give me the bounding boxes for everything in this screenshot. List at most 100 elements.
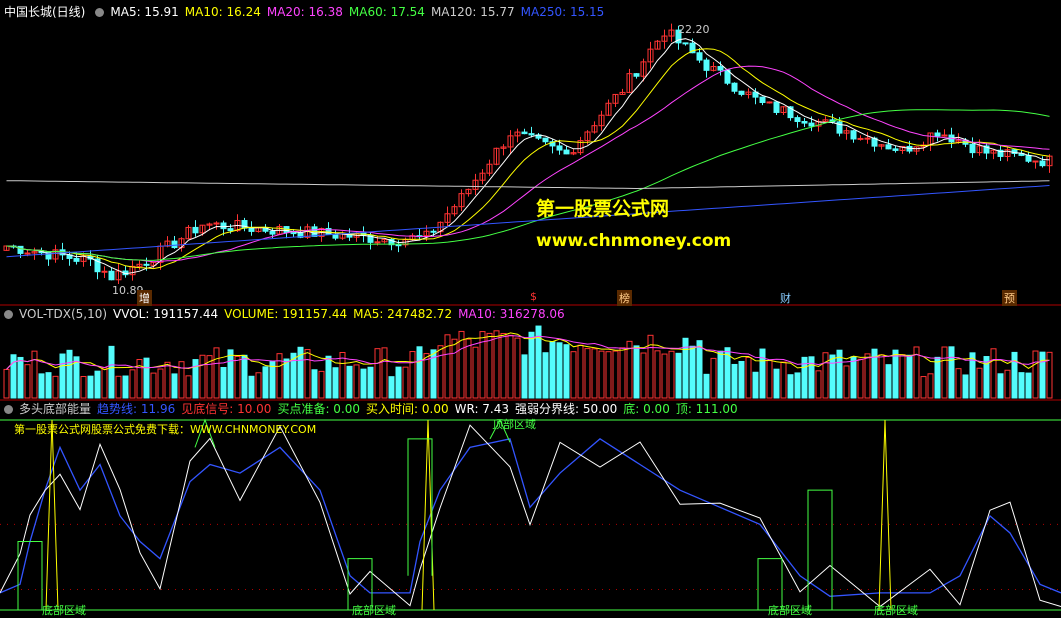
- volume-bar: [731, 363, 738, 399]
- candle-body: [1032, 160, 1039, 163]
- volume-bar: [262, 366, 269, 399]
- candle-body: [269, 230, 276, 235]
- volume-indicator-title[interactable]: VOL-TDX(5,10): [19, 307, 107, 321]
- volume-bar: [528, 331, 535, 399]
- candle-body: [108, 270, 115, 281]
- indicator-title[interactable]: 多头底部能量: [19, 402, 91, 416]
- candle-body: [521, 131, 528, 135]
- candle-body: [17, 245, 24, 254]
- volume-bar: [1039, 351, 1046, 399]
- volume-bar: [171, 373, 178, 399]
- ma250-label: MA250: 15.15: [520, 5, 605, 19]
- volume-bar: [962, 374, 969, 399]
- volume-bar: [325, 355, 332, 399]
- stock-title[interactable]: 中国长城(日线): [4, 5, 85, 19]
- candle-body: [717, 66, 724, 71]
- volume-bar: [388, 376, 395, 399]
- volume-bar: [108, 345, 115, 399]
- divide-line-label: 强弱分界线: 50.00: [515, 402, 618, 416]
- event-marker-cai[interactable]: 财: [780, 290, 791, 306]
- volume-bar: [521, 354, 528, 399]
- candle-body: [227, 228, 234, 232]
- candle-body: [801, 120, 808, 124]
- volume-bar: [360, 368, 367, 399]
- candle-body: [682, 42, 689, 45]
- volume-bar: [143, 357, 150, 399]
- vol-ma10-label: MA10: 316278.06: [458, 307, 565, 321]
- price-panel-header: 中国长城(日线) MA5: 15.91 MA10: 16.24 MA20: 16.38…: [4, 3, 610, 21]
- candle-body: [794, 117, 801, 122]
- bottom-signal-label: 见底信号: 10.00: [181, 402, 272, 416]
- volume-bar: [542, 352, 549, 399]
- settings-dot-icon[interactable]: [4, 310, 13, 319]
- volume-bar: [738, 360, 745, 399]
- candle-body: [556, 145, 563, 151]
- volume-bar: [283, 358, 290, 399]
- candle-body: [633, 73, 640, 77]
- candle-body: [395, 244, 402, 247]
- candle-body: [738, 90, 745, 95]
- volume-bar: [885, 364, 892, 399]
- volume-bar: [45, 372, 52, 399]
- volume-bar: [1018, 372, 1025, 399]
- volume-label: VOLUME: 191157.44: [224, 307, 348, 321]
- volume-bar: [556, 342, 563, 399]
- volume-bar: [1025, 372, 1032, 399]
- candle-body: [73, 257, 80, 262]
- settings-dot-icon[interactable]: [4, 405, 13, 414]
- candle-body: [332, 234, 339, 239]
- settings-dot-icon[interactable]: [95, 8, 105, 17]
- ma60-label: MA60: 17.54: [348, 5, 425, 19]
- candle-body: [696, 52, 703, 61]
- wr-label: WR: 7.43: [454, 402, 510, 416]
- volume-bar: [220, 366, 227, 399]
- volume-bar: [241, 354, 248, 399]
- candle-body: [542, 137, 549, 143]
- volume-bar: [1011, 351, 1018, 399]
- volume-bar: [563, 344, 570, 399]
- free-download-text: 第一股票公式网股票公式免费下载：WWW.CHNMONEY.COM: [14, 423, 317, 436]
- candle-body: [703, 59, 710, 71]
- candle-body: [892, 148, 899, 151]
- volume-bar: [395, 366, 402, 399]
- volume-bar: [122, 375, 129, 399]
- volume-bar: [66, 349, 73, 399]
- volume-bar: [346, 365, 353, 399]
- candle-body: [864, 137, 871, 140]
- event-marker-yu[interactable]: 预: [1002, 290, 1017, 306]
- trend-line-label: 趋势线: 11.96: [97, 402, 176, 416]
- volume-bar: [717, 350, 724, 399]
- volume-bar: [787, 374, 794, 399]
- volume-bar: [934, 356, 941, 399]
- event-marker-bang[interactable]: 榜: [617, 290, 632, 306]
- volume-bar: [675, 352, 682, 399]
- candle-body: [759, 96, 766, 104]
- volume-bar: [752, 371, 759, 399]
- volume-bar: [633, 345, 640, 399]
- volume-bar: [703, 373, 710, 399]
- candle-body: [1025, 154, 1032, 162]
- candle-body: [934, 132, 941, 137]
- ma10-label: MA10: 16.24: [184, 5, 261, 19]
- volume-bar: [773, 368, 780, 399]
- buy-prep-label: 买点准备: 0.00: [277, 402, 361, 416]
- volume-bar: [192, 359, 199, 399]
- candle-body: [101, 270, 108, 273]
- event-marker-zeng[interactable]: 增: [137, 290, 152, 306]
- bottom-value-label: 底: 0.00: [623, 402, 670, 416]
- volume-bar: [416, 346, 423, 399]
- event-marker-dollar[interactable]: $: [530, 290, 537, 303]
- candle-body: [773, 101, 780, 113]
- candle-body: [850, 130, 857, 140]
- candle-body: [808, 122, 815, 127]
- watermark-site-url: www.chnmoney.com: [536, 231, 732, 251]
- candle-body: [192, 226, 199, 234]
- volume-bar: [794, 372, 801, 399]
- volume-bar: [332, 367, 339, 399]
- buy-time-label: 买入时间: 0.00: [366, 402, 449, 416]
- volume-bar: [696, 340, 703, 399]
- volume-panel-header: VOL-TDX(5,10) VVOL: 191157.44 VOLUME: 1911…: [4, 305, 571, 323]
- candle-body: [374, 241, 381, 244]
- indicator-panel-header: 多头底部能量 趋势线: 11.96 见底信号: 10.00 买点准备: 0.00 买入时…: [4, 400, 744, 418]
- watermark-site-name: 第一股票公式网: [536, 198, 670, 220]
